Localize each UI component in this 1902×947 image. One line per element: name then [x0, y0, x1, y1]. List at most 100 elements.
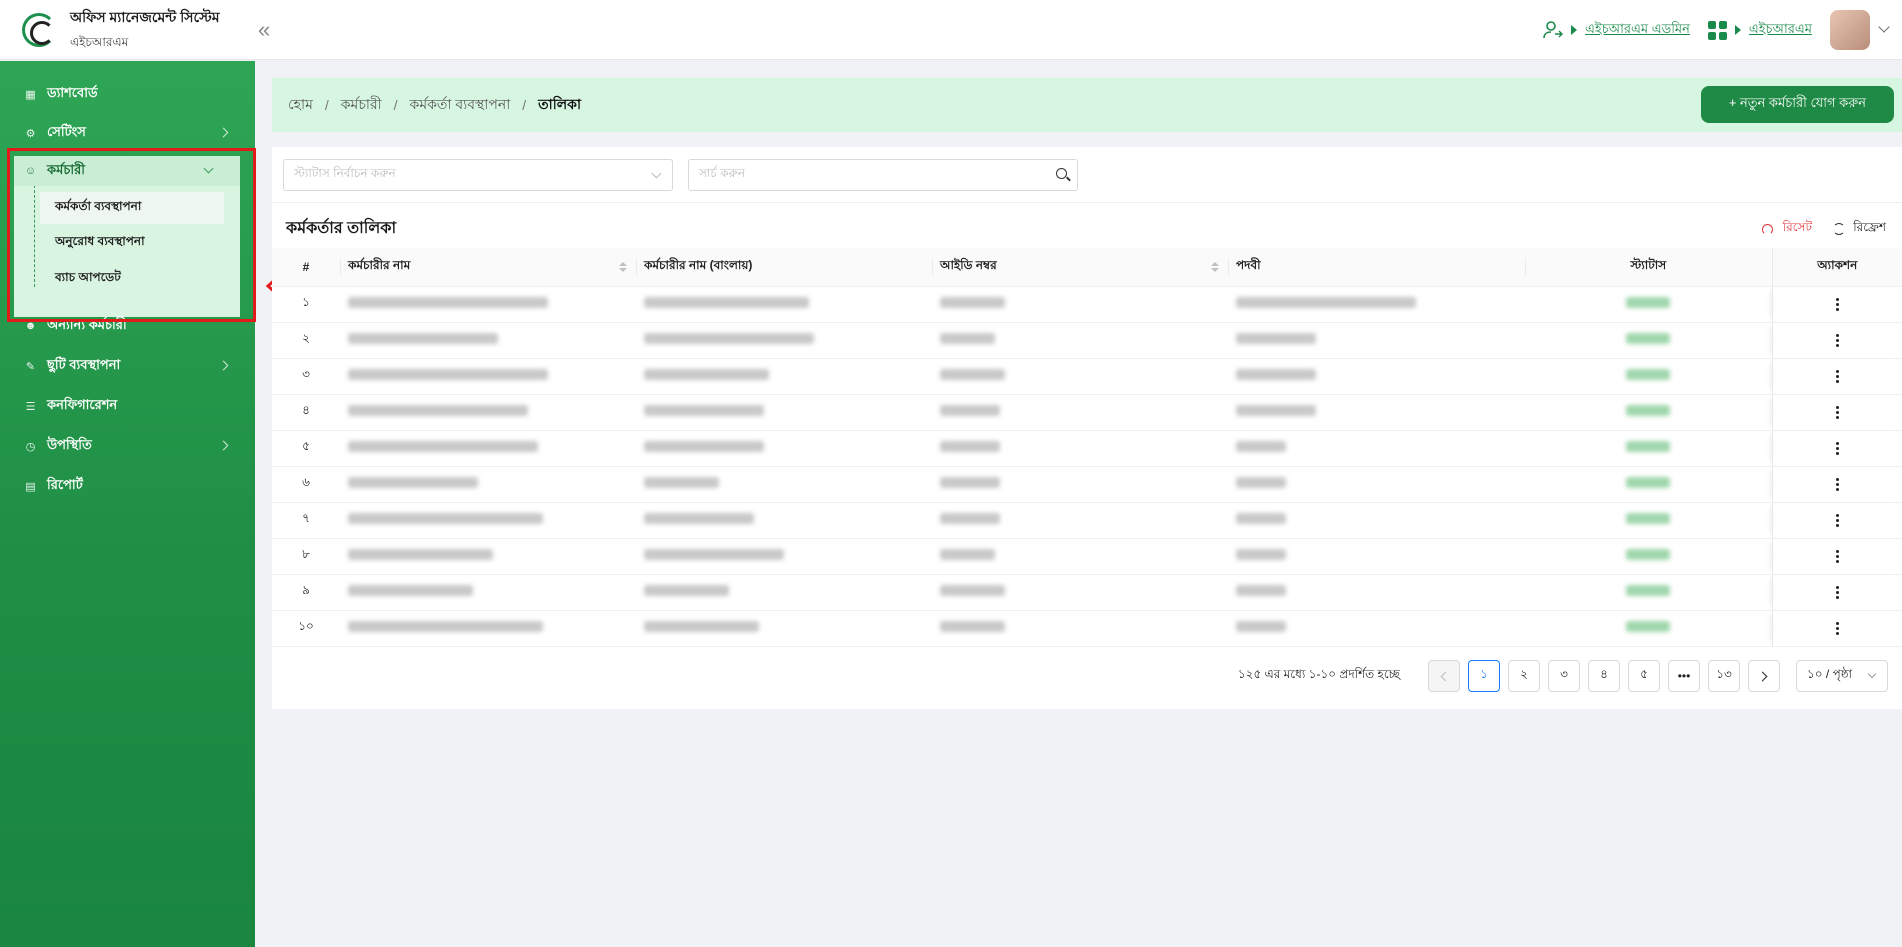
more-vertical-icon[interactable]	[1835, 478, 1839, 492]
employee-id-cell	[932, 430, 1228, 467]
sidebar-item-report[interactable]: ▤ রিপোর্ট	[0, 471, 255, 501]
sort-icon[interactable]	[619, 262, 627, 274]
page-button[interactable]: ৫	[1628, 660, 1660, 692]
breadcrumb-home[interactable]: হোম	[288, 93, 313, 117]
page-button[interactable]: ৪	[1588, 660, 1620, 692]
page-button[interactable]: ২	[1508, 660, 1540, 692]
status-select-placeholder: স্ট্যাটাস নির্বাচন করুন	[294, 166, 396, 180]
more-vertical-icon[interactable]	[1835, 514, 1839, 528]
status-select[interactable]: স্ট্যাটাস নির্বাচন করুন	[283, 159, 673, 191]
table-row[interactable]: ৮	[272, 538, 1902, 575]
designation-cell	[1228, 466, 1525, 503]
row-actions-menu[interactable]	[1771, 286, 1902, 323]
more-vertical-icon[interactable]	[1835, 586, 1839, 600]
row-actions-menu[interactable]	[1771, 466, 1902, 503]
table-row[interactable]: ৫	[272, 430, 1902, 467]
table-row[interactable]: ৬	[272, 466, 1902, 503]
row-actions-menu[interactable]	[1771, 538, 1902, 575]
collapse-sidebar-icon[interactable]: «	[258, 17, 270, 43]
chevron-right-icon	[218, 440, 229, 451]
column-header-id[interactable]: আইডি নম্বর	[932, 248, 1228, 287]
prev-page-button[interactable]	[1428, 660, 1460, 692]
column-header-label: পদবী	[1236, 257, 1261, 272]
table-row[interactable]: ৯	[272, 574, 1902, 611]
column-header-name-bangla: কর্মচারীর নাম (বাংলায়)	[636, 248, 932, 287]
status-badge	[1525, 322, 1772, 359]
sidebar-item-attendance[interactable]: ◷ উপস্থিতি	[0, 431, 255, 461]
avatar[interactable]	[1830, 10, 1870, 50]
sidebar-item-dashboard[interactable]: ▦ ড্যাশবোর্ড	[0, 79, 255, 109]
sidebar-item-leave[interactable]: ✎ ছুটি ব্যবস্থাপনা	[0, 351, 255, 381]
table-row[interactable]: ৩	[272, 358, 1902, 395]
breadcrumb-officer-management[interactable]: কর্মকর্তা ব্যবস্থাপনা	[410, 93, 511, 117]
page-button[interactable]: ৩	[1548, 660, 1580, 692]
row-actions-menu[interactable]	[1771, 322, 1902, 359]
page-ellipsis[interactable]: •••	[1668, 660, 1700, 692]
more-vertical-icon[interactable]	[1835, 334, 1839, 348]
leaf-icon: ✎	[25, 360, 36, 373]
row-index: ৬	[272, 466, 340, 503]
employee-id-cell	[932, 286, 1228, 323]
page-button[interactable]: ১৩	[1708, 660, 1740, 692]
employee-name-cell	[340, 466, 636, 503]
brand-text: অফিস ম্যানেজমেন্ট সিস্টেম এইচআরএম	[70, 6, 220, 54]
sidebar-item-settings[interactable]: ⚙ সেটিংস	[0, 118, 255, 148]
designation-cell	[1228, 286, 1525, 323]
more-vertical-icon[interactable]	[1835, 622, 1839, 636]
row-actions-menu[interactable]	[1771, 430, 1902, 467]
role-switch-link[interactable]: এইচআরএম এডমিন	[1585, 20, 1690, 41]
caret-right-icon	[1734, 25, 1741, 35]
file-icon: ▤	[25, 480, 36, 493]
table-row[interactable]: ৭	[272, 502, 1902, 539]
status-badge	[1525, 502, 1772, 539]
row-actions-menu[interactable]	[1771, 502, 1902, 539]
top-header: অফিস ম্যানেজমেন্ট সিস্টেম এইচআরএম « এইচআ…	[0, 0, 1902, 60]
row-actions-menu[interactable]	[1771, 394, 1902, 431]
sidebar-item-configuration[interactable]: ☰ কনফিগারেশন	[0, 391, 255, 421]
sliders-icon: ☰	[25, 400, 36, 413]
more-vertical-icon[interactable]	[1835, 406, 1839, 420]
employee-name-cell	[340, 430, 636, 467]
table-row[interactable]: ১০	[272, 610, 1902, 647]
app-title: অফিস ম্যানেজমেন্ট সিস্টেম	[70, 8, 220, 25]
breadcrumb-employee[interactable]: কর্মচারী	[341, 93, 382, 117]
row-actions-menu[interactable]	[1771, 574, 1902, 611]
table-row[interactable]: ৪	[272, 394, 1902, 431]
page-button[interactable]: ১	[1468, 660, 1500, 692]
chevron-down-icon[interactable]	[1878, 21, 1890, 33]
role-switcher[interactable]: এইচআরএম এডমিন	[1543, 20, 1690, 41]
more-vertical-icon[interactable]	[1835, 550, 1839, 564]
status-badge	[1525, 610, 1772, 647]
status-badge	[1525, 538, 1772, 575]
employee-id-cell	[932, 322, 1228, 359]
designation-cell	[1228, 322, 1525, 359]
refresh-button[interactable]: রিফ্রেশ	[1833, 219, 1886, 239]
module-switch-link[interactable]: এইচআরএম	[1749, 20, 1812, 41]
row-index: ৮	[272, 538, 340, 575]
more-vertical-icon[interactable]	[1835, 370, 1839, 384]
column-header-name[interactable]: কর্মচারীর নাম	[340, 248, 636, 287]
column-header-action: অ্যাকশন	[1771, 248, 1902, 287]
column-header-designation: পদবী	[1228, 248, 1525, 287]
more-vertical-icon[interactable]	[1835, 442, 1839, 456]
page-size-select[interactable]: ১০ / পৃষ্ঠা	[1796, 660, 1888, 692]
search-icon[interactable]	[1056, 168, 1067, 179]
module-switcher[interactable]: এইচআরএম	[1707, 20, 1812, 41]
add-employee-button[interactable]: + নতুন কর্মচারী যোগ করুন	[1700, 86, 1894, 123]
row-actions-menu[interactable]	[1771, 358, 1902, 395]
table-row[interactable]: ২	[272, 322, 1902, 359]
row-actions-menu[interactable]	[1771, 610, 1902, 647]
reset-button[interactable]: রিসেট	[1761, 219, 1812, 239]
sort-icon[interactable]	[1211, 262, 1219, 274]
employee-name-bangla-cell	[636, 574, 932, 611]
more-vertical-icon[interactable]	[1835, 298, 1839, 312]
table-row[interactable]: ১	[272, 286, 1902, 323]
sidebar-item-label: উপস্থিতি	[47, 436, 92, 452]
row-index: ২	[272, 322, 340, 359]
search-input[interactable]: সার্চ করুন	[688, 159, 1078, 191]
reset-icon	[1761, 223, 1773, 235]
user-switch-icon	[1543, 21, 1564, 39]
column-header-label: আইডি নম্বর	[940, 257, 997, 272]
employee-id-cell	[932, 394, 1228, 431]
next-page-button[interactable]	[1748, 660, 1780, 692]
